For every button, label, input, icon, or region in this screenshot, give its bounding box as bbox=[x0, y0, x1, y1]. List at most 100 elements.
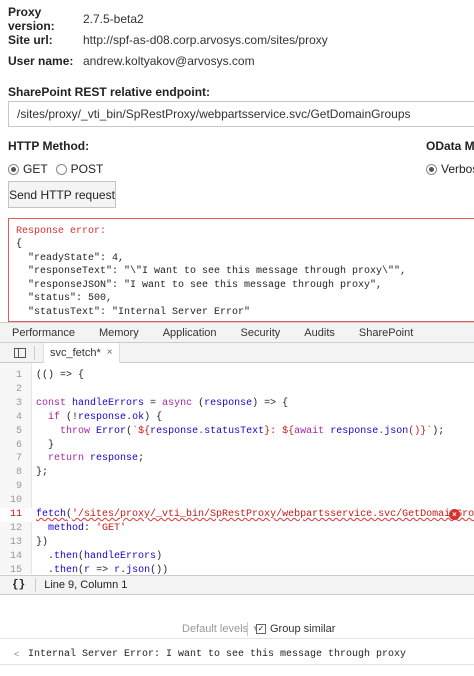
endpoint-input-value: /sites/proxy/_vti_bin/SpRestProxy/webpar… bbox=[17, 107, 411, 121]
user-name-row: User name: andrew.koltyakov@arvosys.com bbox=[8, 50, 474, 71]
code-text: }; bbox=[36, 467, 49, 479]
default-levels-dropdown[interactable]: Default levels ▼ bbox=[182, 623, 260, 635]
console-prompt[interactable] bbox=[0, 664, 474, 676]
code-line[interactable]: 6 } bbox=[0, 439, 474, 453]
code-text: method: 'GET' bbox=[48, 522, 127, 534]
post-radio-label[interactable]: POST bbox=[71, 162, 104, 176]
code-line[interactable]: 14 .then(handleErrors) bbox=[0, 550, 474, 564]
line-number: 10 bbox=[9, 495, 22, 507]
response-error-panel: Response error: { "readyState": 4, "resp… bbox=[8, 218, 474, 322]
devtools-tab-bar: Performance Memory Application Security … bbox=[0, 322, 474, 343]
response-line: "readyState": 4, bbox=[16, 252, 125, 264]
line-number: 11 bbox=[9, 509, 22, 520]
line-number: 12 bbox=[9, 522, 22, 534]
line-number: 4 bbox=[15, 411, 22, 423]
code-line[interactable]: 11 fetch('/sites/proxy/_vti_bin/SpRestPro… bbox=[0, 508, 474, 522]
response-error-title: Response error: bbox=[16, 226, 107, 237]
console-toolbar: Default levels ▼ ✓ Group similar bbox=[0, 619, 474, 639]
proxy-version-value: 2.7.5-beta2 bbox=[83, 11, 144, 26]
sidebar-toggle-icon[interactable] bbox=[14, 347, 26, 358]
code-line[interactable]: 12 method: 'GET' bbox=[0, 522, 474, 536]
code-text: .then(handleErrors) bbox=[36, 550, 163, 562]
group-similar-toggle[interactable]: ✓ Group similar bbox=[256, 623, 335, 635]
tab-security[interactable]: Security bbox=[241, 327, 281, 339]
tab-audits[interactable]: Audits bbox=[304, 327, 335, 339]
code-line[interactable]: 2 bbox=[0, 383, 474, 397]
pretty-print-icon[interactable]: {} bbox=[12, 579, 25, 591]
proxy-version-row: Proxy version: 2.7.5-beta2 bbox=[8, 5, 474, 33]
code-line[interactable]: 8}; bbox=[0, 466, 474, 480]
error-icon[interactable]: × bbox=[449, 509, 460, 520]
response-line: { bbox=[16, 239, 23, 250]
line-number: 7 bbox=[15, 453, 22, 465]
response-line: "status": 500, bbox=[16, 293, 113, 304]
code-text: }) bbox=[36, 536, 49, 548]
output-arrow-icon: < bbox=[14, 649, 20, 659]
close-icon[interactable]: × bbox=[107, 347, 113, 358]
group-similar-label: Group similar bbox=[270, 622, 336, 635]
line-number: 2 bbox=[15, 383, 22, 395]
get-radio-label[interactable]: GET bbox=[23, 162, 48, 176]
code-line[interactable]: 5 throw Error(`${response.statusText}: $… bbox=[0, 425, 474, 439]
site-url-label: Site url: bbox=[8, 32, 53, 47]
editor-status-bar: {} Line 9, Column 1 bbox=[0, 575, 474, 595]
code-editor[interactable]: 1 (() => { 2 3 const handleErrors = async (r… bbox=[0, 363, 474, 574]
code-line[interactable]: 9 bbox=[0, 480, 474, 494]
response-line: "responseText": "\"I want to see this me… bbox=[16, 266, 407, 277]
cursor-position: Line 9, Column 1 bbox=[44, 579, 128, 591]
line-number: 3 bbox=[15, 397, 22, 409]
line-number: 6 bbox=[15, 439, 22, 451]
file-tab-label: svc_fetch* bbox=[50, 346, 101, 359]
code-text: .then(r => r.json()) bbox=[36, 564, 169, 574]
editor-file-bar: svc_fetch* × bbox=[0, 342, 474, 363]
divider bbox=[247, 622, 248, 636]
default-levels-label: Default levels bbox=[182, 622, 249, 635]
code-line[interactable]: 10 bbox=[0, 494, 474, 508]
divider bbox=[35, 578, 37, 592]
code-line[interactable]: 13}) bbox=[0, 536, 474, 550]
code-line[interactable]: 4 if (!response.ok) { bbox=[0, 411, 474, 425]
site-url-value: http://spf-as-d08.corp.arvosys.com/sites… bbox=[83, 32, 328, 47]
post-radio[interactable] bbox=[55, 163, 67, 175]
line-number: 5 bbox=[15, 425, 22, 437]
tab-application[interactable]: Application bbox=[163, 327, 217, 339]
line-number: 1 bbox=[15, 370, 22, 381]
code-text: throw Error(`${response.statusText}: ${a… bbox=[60, 425, 445, 437]
code-text: } bbox=[36, 439, 55, 451]
group-similar-checkbox[interactable]: ✓ bbox=[256, 623, 266, 634]
response-line: "responseJSON": "I want to see this mess… bbox=[16, 279, 383, 291]
code-line[interactable]: 15 .then(r => r.json()) bbox=[0, 564, 474, 574]
odata-mode-label: OData Mo bbox=[426, 139, 474, 153]
http-method-label: HTTP Method: bbox=[8, 139, 90, 153]
info-panel: Proxy version: 2.7.5-beta2 Site url: htt… bbox=[8, 5, 474, 71]
http-method-options: GET POST bbox=[8, 162, 103, 176]
proxy-version-label: Proxy version: bbox=[8, 4, 55, 33]
code-text: if (!response.ok) { bbox=[48, 411, 163, 423]
user-name-label: User name: bbox=[8, 53, 74, 68]
tab-sharepoint[interactable]: SharePoint bbox=[359, 327, 413, 339]
divider bbox=[34, 345, 35, 360]
line-number: 15 bbox=[9, 564, 22, 574]
response-line: "statusText": "Internal Server Error" bbox=[16, 306, 251, 318]
line-number: 8 bbox=[15, 467, 22, 479]
verbose-radio[interactable] bbox=[426, 163, 437, 175]
code-line[interactable]: 1 (() => { bbox=[0, 369, 474, 383]
code-text: fetch('/sites/proxy/_vti_bin/SpRestProxy… bbox=[36, 509, 474, 520]
tab-performance[interactable]: Performance bbox=[12, 327, 75, 339]
file-tab-svc-fetch[interactable]: svc_fetch* × bbox=[43, 342, 120, 363]
line-number: 9 bbox=[15, 481, 22, 493]
code-line[interactable]: 7 return response; bbox=[0, 452, 474, 466]
site-url-row: Site url: http://spf-as-d08.corp.arvosys… bbox=[8, 29, 474, 50]
endpoint-label: SharePoint REST relative endpoint: bbox=[8, 85, 211, 99]
code-text: (() => { bbox=[36, 370, 85, 381]
tab-memory[interactable]: Memory bbox=[99, 327, 139, 339]
line-number: 14 bbox=[9, 550, 22, 562]
odata-mode-options: Verbose bbox=[426, 162, 474, 176]
send-http-request-button[interactable]: Send HTTP request bbox=[8, 181, 116, 208]
endpoint-input[interactable]: /sites/proxy/_vti_bin/SpRestProxy/webpar… bbox=[8, 101, 474, 127]
code-line[interactable]: 3 const handleErrors = async (response) =… bbox=[0, 397, 474, 411]
line-number: 13 bbox=[9, 536, 22, 548]
get-radio[interactable] bbox=[8, 163, 19, 175]
user-name-value: andrew.koltyakov@arvosys.com bbox=[83, 53, 255, 68]
verbose-radio-label[interactable]: Verbose bbox=[441, 162, 474, 176]
